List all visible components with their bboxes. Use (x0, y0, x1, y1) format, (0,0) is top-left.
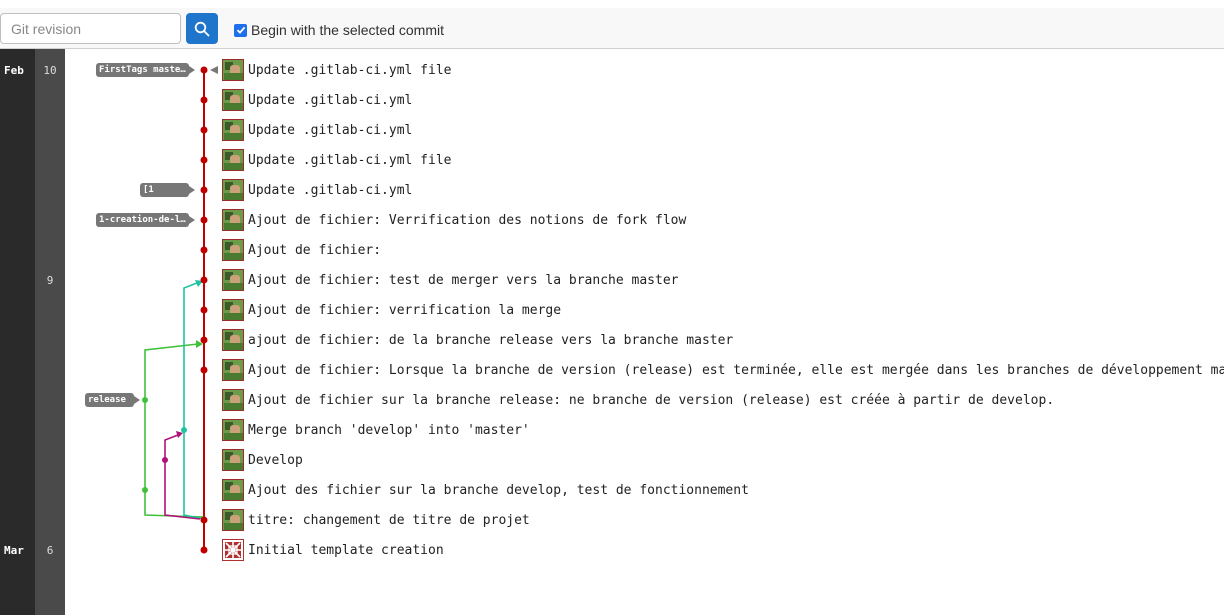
feature-commit-dot (162, 457, 168, 463)
avatar (222, 449, 244, 471)
commit-dot[interactable] (200, 186, 208, 194)
commit-graph (134, 66, 218, 554)
commit-message: Ajout de fichier sur la branche release:… (248, 392, 1055, 408)
commit-row[interactable]: Update .gitlab-ci.yml (222, 118, 412, 142)
avatar (222, 329, 244, 351)
commit-dot[interactable] (200, 306, 208, 314)
commit-row[interactable]: titre: changement de titre de projet (222, 508, 530, 532)
avatar (222, 299, 244, 321)
commit-dot[interactable] (200, 126, 208, 134)
avatar (222, 149, 244, 171)
avatar (222, 419, 244, 441)
avatar (222, 389, 244, 411)
ref-label-creation[interactable]: 1-creation-de-l… (96, 213, 189, 227)
commit-message: Ajout de fichier: Lorsque la branche de … (248, 362, 1224, 378)
ref-pointer-icon (189, 216, 195, 224)
commit-row[interactable]: Develop (222, 448, 303, 472)
commit-message: Ajout de fichier: Verrification des noti… (248, 212, 687, 228)
commit-row[interactable]: Update .gitlab-ci.yml file (222, 148, 452, 172)
develop-commit-dot (181, 427, 187, 433)
commit-message: Update .gitlab-ci.yml (248, 182, 413, 198)
template-avatar-icon (225, 542, 241, 558)
branch-line-develop (183, 282, 205, 520)
avatar (222, 119, 244, 141)
branch-line-release (144, 343, 205, 518)
commit-dot[interactable] (200, 156, 208, 164)
commit-message: Ajout de fichier: test de merger vers la… (248, 272, 679, 288)
release-commit-dot (142, 397, 148, 403)
commit-row[interactable]: ajout de fichier: de la branche release … (222, 328, 733, 352)
commit-row[interactable]: Update .gitlab-ci.yml (222, 88, 412, 112)
commit-message: Update .gitlab-ci.yml file (248, 62, 452, 78)
commit-message: Update .gitlab-ci.yml (248, 122, 413, 138)
commit-message: ajout de fichier: de la branche release … (248, 332, 734, 348)
ref-pointer-icon (189, 66, 195, 74)
avatar (222, 239, 244, 261)
commit-row[interactable]: Update .gitlab-ci.yml (222, 178, 412, 202)
ref-label-master[interactable]: FirstTags maste… (96, 63, 189, 77)
avatar (222, 179, 244, 201)
release-commit-dot (142, 487, 148, 493)
commit-row[interactable]: Update .gitlab-ci.yml file (222, 58, 452, 82)
commit-dot[interactable] (200, 516, 208, 524)
commit-row[interactable]: Ajout des fichier sur la branche develop… (222, 478, 749, 502)
ref-label-note[interactable]: [1 note] (140, 183, 189, 209)
commit-dot[interactable] (200, 546, 208, 554)
commit-dot[interactable] (200, 246, 208, 254)
commit-message: Ajout des fichier sur la branche develop… (248, 482, 749, 498)
commit-dot[interactable] (200, 366, 208, 374)
commit-message: Ajout de fichier: verrification la merge (248, 302, 562, 318)
commit-row[interactable]: Ajout de fichier: Lorsque la branche de … (222, 358, 1224, 382)
avatar (222, 509, 244, 531)
avatar (222, 269, 244, 291)
commit-message: Update .gitlab-ci.yml file (248, 152, 452, 168)
commit-row[interactable]: Ajout de fichier: Verrification des noti… (222, 208, 686, 232)
commit-dot[interactable] (200, 216, 208, 224)
commit-row[interactable]: Ajout de fichier: test de merger vers la… (222, 268, 678, 292)
commit-row[interactable]: Ajout de fichier: verrification la merge (222, 298, 561, 322)
commit-dot[interactable] (200, 336, 208, 344)
branch-line-feature (164, 434, 201, 520)
avatar (222, 59, 244, 81)
avatar (222, 359, 244, 381)
commit-row[interactable]: Merge branch 'develop' into 'master' (222, 418, 530, 442)
commit-message: Update .gitlab-ci.yml (248, 92, 413, 108)
commit-row[interactable]: Initial template creation (222, 538, 444, 562)
ref-pointer-icon (189, 186, 195, 194)
ref-label-release[interactable]: release (85, 393, 134, 407)
commit-dot[interactable] (200, 66, 208, 74)
commit-message: Develop (248, 452, 303, 468)
commit-row[interactable]: Ajout de fichier: (222, 238, 381, 262)
commit-message: Initial template creation (248, 542, 444, 558)
head-marker-icon (210, 66, 218, 74)
commit-row[interactable]: Ajout de fichier sur la branche release:… (222, 388, 1054, 412)
commit-message: Ajout de fichier: (248, 242, 382, 258)
avatar (222, 209, 244, 231)
ref-pointer-icon (134, 396, 140, 404)
commit-message: Merge branch 'develop' into 'master' (248, 422, 530, 438)
commit-message: titre: changement de titre de projet (248, 512, 530, 528)
avatar (222, 89, 244, 111)
avatar (222, 479, 244, 501)
commit-dot[interactable] (200, 276, 208, 284)
commit-dot[interactable] (200, 96, 208, 104)
template-avatar (222, 539, 244, 561)
